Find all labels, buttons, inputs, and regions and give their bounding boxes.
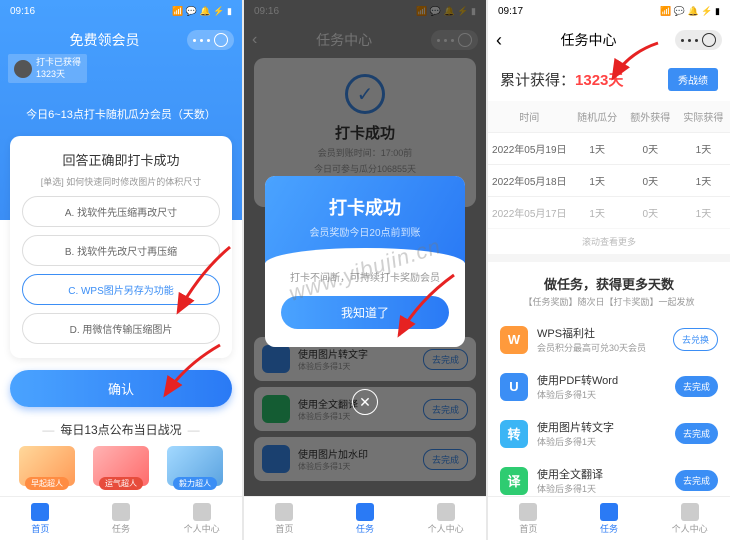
card-title: 回答正确即打卡成功 <box>22 150 220 169</box>
home-icon <box>275 503 293 521</box>
capsule-menu[interactable] <box>675 30 722 50</box>
badges-row: 早起超人 运气超人 毅力超人 <box>0 446 242 490</box>
table-row: 2022年05月17日1天0天1天 <box>488 197 730 229</box>
divider <box>488 254 730 262</box>
nav-home[interactable]: 首页 <box>244 497 325 540</box>
screen-2: 09:16 📶 💬 🔔 ⚡ ▮ ‹ 任务中心 ✓ 打卡成功 会员到账时间：17:… <box>244 0 486 540</box>
summary-row: 累计获得：1323天 秀战绩 <box>488 58 730 101</box>
task-icon <box>356 503 374 521</box>
card-subtitle: [单选] 如何快速同时修改图片的体积尺寸 <box>22 175 220 188</box>
bottom-nav: 首页 任务 个人中心 <box>488 496 730 540</box>
success-modal: 打卡成功 会员奖励今日20点前到账 打卡不间断，可持续打卡奖励会员 我知道了 <box>265 176 465 347</box>
home-icon <box>31 503 49 521</box>
task-icon <box>600 503 618 521</box>
badge-3[interactable]: 毅力超人 <box>167 446 223 490</box>
bottom-nav: 首页 任务 个人中心 <box>0 496 242 540</box>
option-a[interactable]: A. 找软件先压缩再改尺寸 <box>22 196 220 227</box>
nav-home[interactable]: 首页 <box>0 497 81 540</box>
modal-title: 打卡成功 <box>275 194 455 220</box>
nav-home[interactable]: 首页 <box>488 497 569 540</box>
profile-icon <box>437 503 455 521</box>
nav-profile[interactable]: 个人中心 <box>161 497 242 540</box>
option-b[interactable]: B. 找软件先改尺寸再压缩 <box>22 235 220 266</box>
badge-2[interactable]: 运气超人 <box>93 446 149 490</box>
task-row: U 使用PDF转Word体验后多得1天 去完成 <box>488 363 730 410</box>
badge-1[interactable]: 早起超人 <box>19 446 75 490</box>
total-days: 1323天 <box>575 72 623 89</box>
bottom-nav: 首页 任务 个人中心 <box>244 496 486 540</box>
quiz-card: 回答正确即打卡成功 [单选] 如何快速同时修改图片的体积尺寸 A. 找软件先压缩… <box>10 136 232 358</box>
option-c[interactable]: C. WPS图片另存为功能 <box>22 274 220 305</box>
status-icons: 📶 💬 🔔 ⚡ ▮ <box>172 6 232 17</box>
task-action-button[interactable]: 去完成 <box>675 470 718 491</box>
task-icon: 译 <box>500 467 528 495</box>
section-header: 每日13点公布当日战况 <box>0 421 242 438</box>
share-button[interactable]: 秀战绩 <box>668 68 718 91</box>
nav-tasks[interactable]: 任务 <box>81 497 162 540</box>
task-action-button[interactable]: 去完成 <box>675 423 718 444</box>
confirm-button[interactable]: 确认 <box>10 370 232 407</box>
home-icon <box>519 503 537 521</box>
top-bar: 免费领会员 <box>0 22 242 58</box>
option-d[interactable]: D. 用微信传输压缩图片 <box>22 313 220 344</box>
back-icon[interactable]: ‹ <box>496 30 502 51</box>
modal-close-button[interactable]: ✕ <box>352 389 378 415</box>
nav-profile[interactable]: 个人中心 <box>405 497 486 540</box>
tasks-subtitle: 【任务奖励】随次日【打卡奖励】一起发放 <box>488 295 730 308</box>
table-row: 2022年05月18日1天0天1天 <box>488 165 730 197</box>
task-icon: 转 <box>500 420 528 448</box>
top-bar: ‹ 任务中心 <box>488 22 730 58</box>
page-title: 免费领会员 <box>70 30 140 50</box>
task-icon: W <box>500 326 528 354</box>
screen-1: 09:16 📶 💬 🔔 ⚡ ▮ 免费领会员 打卡已获得1323天 今日6~13点… <box>0 0 242 540</box>
task-icon <box>112 503 130 521</box>
profile-icon <box>681 503 699 521</box>
table-row: 2022年05月19日1天0天1天 <box>488 133 730 165</box>
task-row: 译 使用全文翻译体验后多得1天 去完成 <box>488 457 730 496</box>
checkin-tag[interactable]: 打卡已获得1323天 <box>8 54 87 83</box>
nav-tasks[interactable]: 任务 <box>569 497 650 540</box>
task-row: 转 使用图片转文字体验后多得1天 去完成 <box>488 410 730 457</box>
status-bar: 09:16 📶 💬 🔔 ⚡ ▮ <box>0 0 242 22</box>
capsule-menu[interactable] <box>187 30 234 50</box>
task-action-button[interactable]: 去兑换 <box>673 328 718 351</box>
nav-profile[interactable]: 个人中心 <box>649 497 730 540</box>
task-action-button[interactable]: 去完成 <box>675 376 718 397</box>
avatar-icon <box>14 60 32 78</box>
screen-3: 09:17 📶 💬 🔔 ⚡ ▮ ‹ 任务中心 累计获得：1323天 秀战绩 时间… <box>488 0 730 540</box>
status-time: 09:16 <box>10 6 35 17</box>
table-more[interactable]: 滚动查看更多 <box>488 229 730 254</box>
subtitle: 今日6~13点打卡随机瓜分会员（天数） <box>0 106 242 122</box>
history-table: 时间 随机瓜分 额外获得 实际获得 2022年05月19日1天0天1天 2022… <box>488 101 730 254</box>
page-title: 任务中心 <box>561 30 617 50</box>
profile-icon <box>193 503 211 521</box>
status-bar: 09:17 📶 💬 🔔 ⚡ ▮ <box>488 0 730 22</box>
task-icon: U <box>500 373 528 401</box>
tasks-header: 做任务，获得更多天数 <box>488 262 730 295</box>
nav-tasks[interactable]: 任务 <box>325 497 406 540</box>
status-icons: 📶 💬 🔔 ⚡ ▮ <box>660 6 720 17</box>
modal-ok-button[interactable]: 我知道了 <box>281 296 449 329</box>
modal-text: 打卡不间断，可持续打卡奖励会员 <box>281 269 449 284</box>
task-row: W WPS福利社会员积分最高可兑30天会员 去兑换 <box>488 316 730 363</box>
status-time: 09:17 <box>498 6 523 17</box>
modal-subtitle: 会员奖励今日20点前到账 <box>275 224 455 239</box>
